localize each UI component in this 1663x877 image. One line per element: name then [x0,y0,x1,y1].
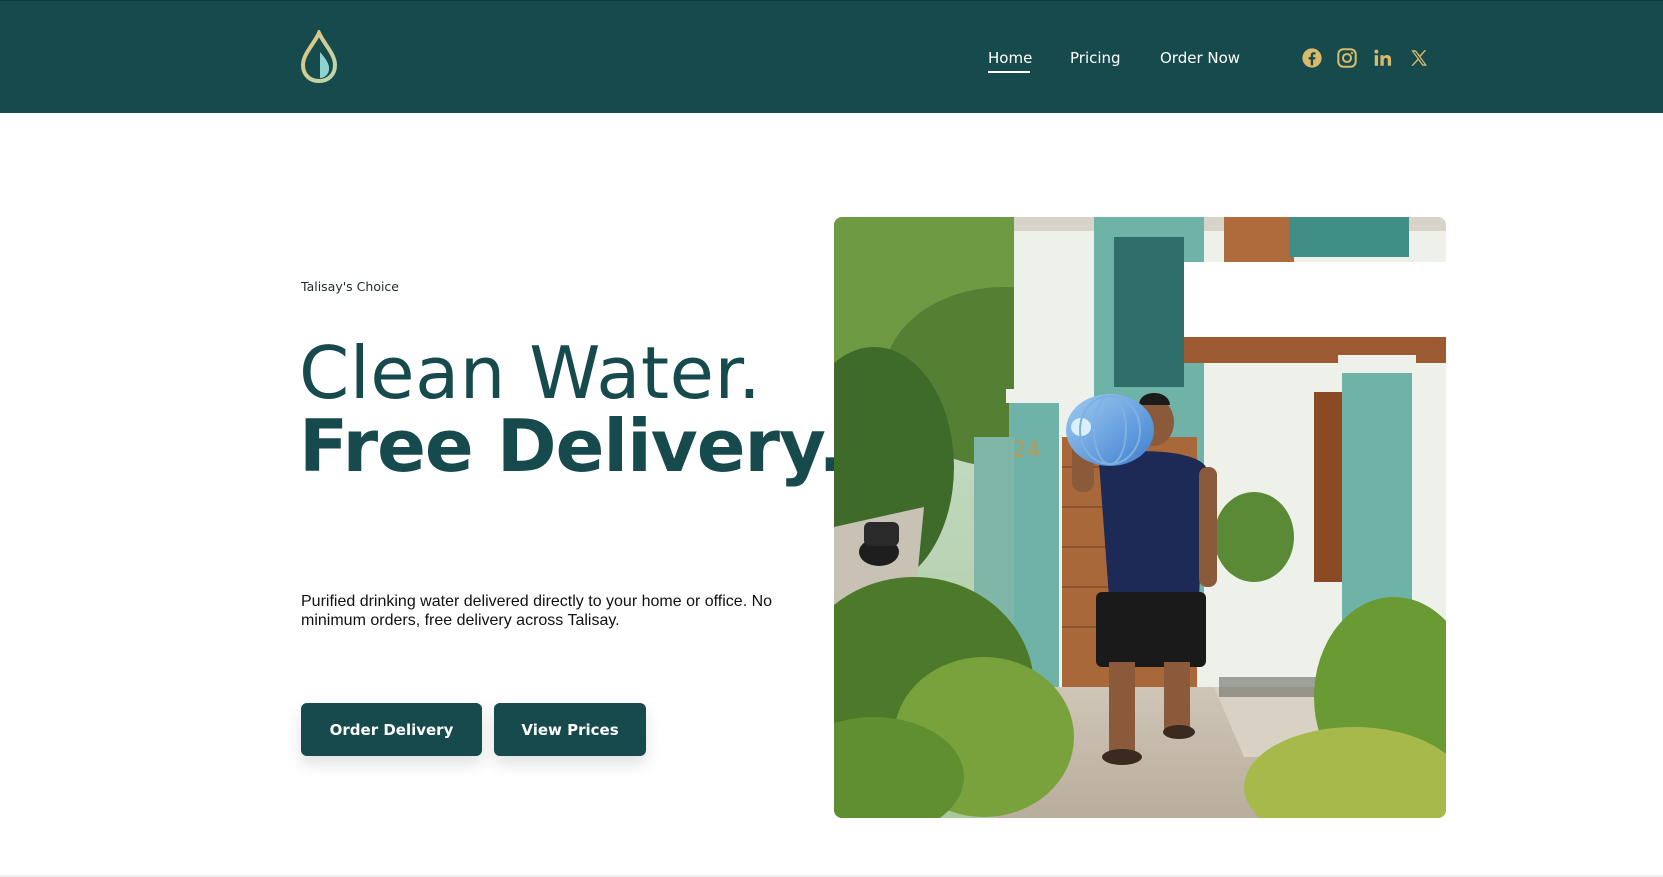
hero-headline-line2: Free Delivery. [299,404,846,488]
instagram-icon[interactable] [1336,46,1358,70]
order-delivery-button[interactable]: Order Delivery [301,703,482,756]
nav-order-now-link[interactable]: Order Now [1160,49,1240,67]
hero-description: Purified drinking water delivered direct… [301,593,773,629]
nav-active-underline [988,71,1030,73]
hero-delivery-photo: 24 [834,217,1446,818]
nav-pricing-link[interactable]: Pricing [1070,49,1121,67]
nav-home-link[interactable]: Home [988,49,1032,67]
linkedin-icon[interactable] [1372,46,1394,70]
water-drop-icon[interactable] [299,30,339,84]
site-header: Home Pricing Order Now [0,0,1663,113]
hero-tagline: Talisay's Choice [301,279,399,294]
svg-text:24: 24 [1012,438,1040,463]
x-icon[interactable] [1408,46,1430,70]
facebook-icon[interactable] [1301,46,1323,70]
view-prices-button[interactable]: View Prices [494,703,646,756]
